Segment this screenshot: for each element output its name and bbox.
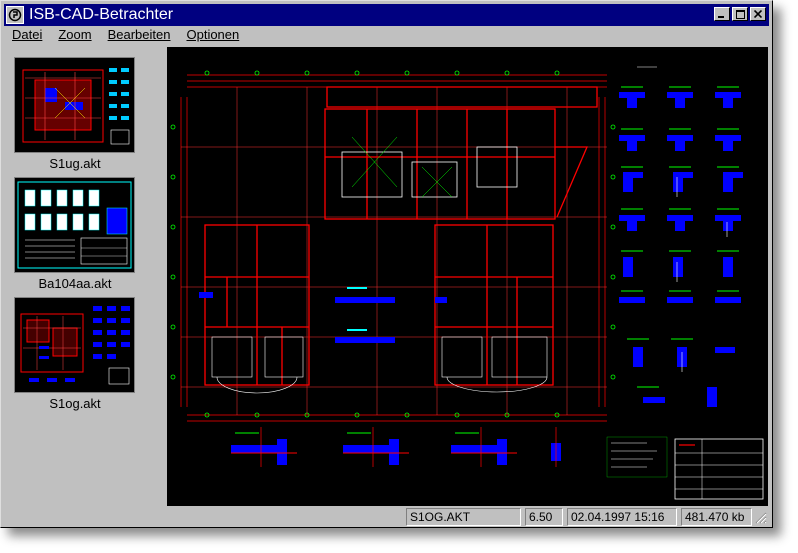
menu-zoom-label: Zoom [58, 27, 92, 42]
close-button[interactable] [750, 7, 766, 21]
thumbnail-s1og-label: S1og.akt [49, 396, 101, 411]
menu-datei-label: Datei [12, 27, 43, 42]
menu-optionen[interactable]: Optionen [178, 27, 247, 45]
thumbnail-s1og[interactable] [14, 297, 135, 393]
thumbnail-s1og-preview [20, 306, 130, 385]
thumbnail-ba104aa-label: Ba104aa.akt [38, 276, 112, 291]
thumbnail-s1ug-label: S1ug.akt [49, 156, 101, 171]
thumbnail-s1ug-preview [22, 68, 130, 145]
window-title: ISB-CAD-Betrachter [29, 6, 174, 23]
thumbnail-ba104aa[interactable] [14, 177, 135, 273]
status-filename: S1OG.AKT [406, 508, 521, 526]
menu-optionen-label: Optionen [186, 27, 240, 42]
cad-drawing [170, 66, 764, 500]
menu-zoom[interactable]: Zoom [50, 27, 99, 45]
maximize-icon [735, 9, 745, 19]
close-icon [754, 10, 762, 18]
thumbnail-panel: S1ug.akt Ba104aa.akt S1og.akt [1, 47, 163, 507]
resize-grip-icon[interactable] [755, 512, 767, 524]
status-size: 481.470 kb [681, 508, 752, 526]
minimize-button[interactable] [714, 7, 730, 21]
title-bar[interactable]: ISB-CAD-Betrachter [4, 4, 769, 26]
cad-drawing-canvas[interactable] [167, 47, 768, 506]
thumbnail-ba104aa-preview [17, 181, 132, 269]
status-bar: S1OG.AKT 6.50 02.04.1997 15:16 481.470 k… [4, 508, 769, 526]
main-window: ISB-CAD-Betrachter Datei Zoom Bearbeiten… [0, 0, 773, 528]
maximize-button[interactable] [732, 7, 748, 21]
minimize-icon [718, 16, 724, 18]
app-icon[interactable] [6, 6, 24, 24]
status-version: 6.50 [525, 508, 563, 526]
status-datetime: 02.04.1997 15:16 [567, 508, 677, 526]
menu-datei[interactable]: Datei [4, 27, 50, 45]
menu-bearbeiten[interactable]: Bearbeiten [100, 27, 179, 45]
thumbnail-s1ug[interactable] [14, 57, 135, 153]
menu-bearbeiten-label: Bearbeiten [107, 27, 171, 42]
menu-bar: Datei Zoom Bearbeiten Optionen [4, 27, 247, 45]
